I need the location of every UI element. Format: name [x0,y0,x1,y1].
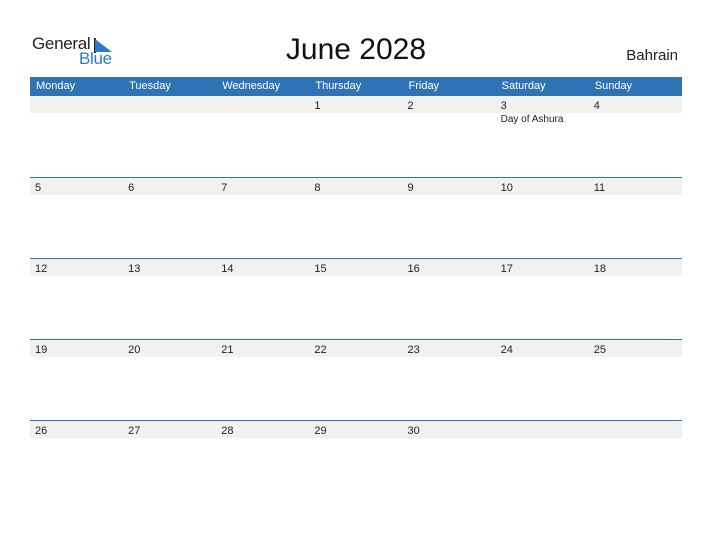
holiday-event [30,113,123,126]
holiday-event [309,113,402,126]
day-cell: 16 [403,259,496,276]
events-row: Day of Ashura [30,113,682,126]
day-number: 20 [128,344,141,356]
day-cell: 28 [216,421,309,438]
day-cell [30,96,123,113]
day-cell: 15 [309,259,402,276]
day-cell: 23 [403,340,496,357]
weekday-tuesday: Tuesday [129,80,171,92]
weekday-wednesday: Wednesday [222,80,281,92]
day-cell: 14 [216,259,309,276]
day-cell: 18 [589,259,682,276]
day-number: 2 [407,100,414,112]
day-number: 21 [221,344,234,356]
day-cell: 25 [589,340,682,357]
day-cell: 24 [496,340,589,357]
day-number: 30 [407,425,420,437]
calendar-grid: Monday Tuesday Wednesday Thursday Friday… [30,77,682,501]
week-row: 1 2 3 4 Day of Ashura [30,96,682,177]
day-cell: 9 [403,178,496,195]
day-number: 16 [407,263,420,275]
holiday-event [216,113,309,126]
day-cell [496,421,589,438]
day-number: 4 [593,100,600,112]
day-cell: 11 [589,178,682,195]
day-cell: 3 [496,96,589,113]
country-label: Bahrain [626,47,678,64]
day-cell: 8 [309,178,402,195]
day-cell: 26 [30,421,123,438]
day-number: 11 [593,182,606,194]
day-number: 5 [35,182,42,194]
day-cell: 22 [309,340,402,357]
week-row: 19 20 21 22 23 24 25 [30,339,682,420]
day-number: 29 [314,425,327,437]
day-cell: 21 [216,340,309,357]
day-cell: 27 [123,421,216,438]
day-cell: 7 [216,178,309,195]
day-number: 1 [314,100,321,112]
day-cell [589,421,682,438]
day-number: 18 [593,263,606,275]
day-cell: 17 [496,259,589,276]
day-cell: 30 [403,421,496,438]
date-strip: 26 27 28 29 30 [30,421,682,438]
day-number: 28 [221,425,234,437]
day-number: 26 [35,425,48,437]
day-number: 14 [221,263,234,275]
day-number: 12 [35,263,48,275]
day-cell [123,96,216,113]
weekday-monday: Monday [36,80,76,92]
day-number: 6 [128,182,135,194]
day-cell: 12 [30,259,123,276]
weekday-saturday: Saturday [501,80,546,92]
holiday-event [403,113,496,126]
holiday-event: Day of Ashura [500,114,564,125]
day-cell: 10 [496,178,589,195]
weekday-thursday: Thursday [315,80,362,92]
date-strip: 5 6 7 8 9 10 11 [30,178,682,195]
date-strip: 19 20 21 22 23 24 25 [30,340,682,357]
weekday-header: Monday Tuesday Wednesday Thursday Friday… [30,77,682,96]
day-number: 9 [407,182,414,194]
day-cell: 20 [123,340,216,357]
week-row: 12 13 14 15 16 17 18 [30,258,682,339]
day-number: 17 [500,263,513,275]
date-strip: 1 2 3 4 [30,96,682,113]
day-number: 23 [407,344,420,356]
day-number: 8 [314,182,321,194]
holiday-event [123,113,216,126]
day-number: 22 [314,344,327,356]
day-cell: 4 [589,96,682,113]
day-number: 24 [500,344,513,356]
day-cell: 2 [403,96,496,113]
day-number: 3 [500,100,507,112]
weekday-friday: Friday [408,80,440,92]
day-cell: 29 [309,421,402,438]
day-cell: 1 [309,96,402,113]
week-row: 26 27 28 29 30 [30,420,682,501]
day-number: 7 [221,182,228,194]
day-number: 15 [314,263,327,275]
day-cell: 13 [123,259,216,276]
date-strip: 12 13 14 15 16 17 18 [30,259,682,276]
holiday-event [589,113,682,126]
day-number: 27 [128,425,141,437]
day-number: 13 [128,263,141,275]
day-cell: 5 [30,178,123,195]
day-cell [216,96,309,113]
week-row: 5 6 7 8 9 10 11 [30,177,682,258]
day-cell: 6 [123,178,216,195]
day-number: 25 [593,344,606,356]
calendar-title: June 2028 [285,33,427,66]
weekday-sunday: Sunday [594,80,633,92]
day-number: 19 [35,344,48,356]
day-cell: 19 [30,340,123,357]
day-number: 10 [500,182,513,194]
